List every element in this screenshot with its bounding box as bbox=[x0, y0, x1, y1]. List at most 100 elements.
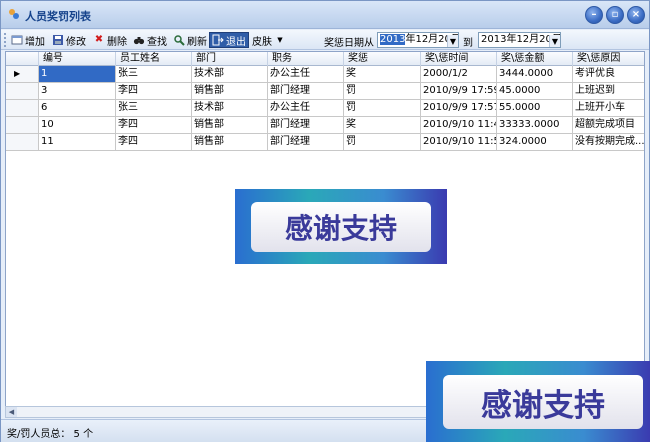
row-header[interactable] bbox=[6, 117, 39, 134]
save-icon bbox=[52, 34, 64, 46]
cell-id[interactable]: 6 bbox=[39, 100, 116, 117]
scroll-left-icon[interactable]: ◀ bbox=[6, 407, 17, 417]
cell-time[interactable]: 2000/1/2 bbox=[421, 66, 497, 83]
cell-type[interactable]: 罚 bbox=[344, 134, 421, 151]
column-header[interactable]: 奖惩 bbox=[344, 52, 421, 66]
toolbar-grip[interactable] bbox=[4, 33, 7, 47]
cell-position[interactable]: 办公主任 bbox=[268, 66, 344, 83]
main-window: 人员奖罚列表 – ▫ × 增加 修改 ✖ 删除 查找 刷新 退出 皮肤 ▼ 奖惩… bbox=[0, 0, 650, 442]
date-from-picker[interactable]: 2013年12月20日 ▼ bbox=[377, 32, 459, 48]
exit-icon bbox=[212, 34, 224, 46]
cell-type[interactable]: 奖 bbox=[344, 66, 421, 83]
cell-dept[interactable]: 技术部 bbox=[192, 66, 268, 83]
edit-button[interactable]: 修改 bbox=[52, 32, 86, 48]
column-header[interactable]: 职务 bbox=[268, 52, 344, 66]
cell-type[interactable]: 罚 bbox=[344, 83, 421, 100]
cell-type[interactable]: 罚 bbox=[344, 100, 421, 117]
row-header[interactable] bbox=[6, 100, 39, 117]
column-header[interactable]: 奖\惩原因 bbox=[573, 52, 644, 66]
skin-dropdown[interactable]: 皮肤 ▼ bbox=[252, 32, 286, 48]
delete-button[interactable]: ✖ 删除 bbox=[93, 32, 127, 48]
date-from-dropdown-icon[interactable]: ▼ bbox=[447, 35, 458, 47]
to-label: 到 bbox=[463, 38, 473, 49]
maximize-button[interactable]: ▫ bbox=[606, 6, 624, 24]
cell-name[interactable]: 李四 bbox=[116, 134, 192, 151]
cell-amount[interactable]: 55.0000 bbox=[497, 100, 573, 117]
cell-dept[interactable]: 技术部 bbox=[192, 100, 268, 117]
cell-dept[interactable]: 销售部 bbox=[192, 134, 268, 151]
cell-time[interactable]: 2010/9/9 17:59 bbox=[421, 83, 497, 100]
cell-type[interactable]: 奖 bbox=[344, 117, 421, 134]
table-row[interactable]: 6 张三 技术部 办公主任 罚 2010/9/9 17:57 55.0000 上… bbox=[6, 100, 644, 117]
column-header[interactable]: 员工姓名 bbox=[116, 52, 192, 66]
cell-amount[interactable]: 324.0000 bbox=[497, 134, 573, 151]
cell-time[interactable]: 2010/9/10 11:50 bbox=[421, 134, 497, 151]
cell-reason[interactable]: 上班开小车 bbox=[573, 100, 644, 117]
cell-dept[interactable]: 销售部 bbox=[192, 117, 268, 134]
column-header[interactable]: 奖\惩时间 bbox=[421, 52, 497, 66]
column-header[interactable]: 奖\惩金额 bbox=[497, 52, 573, 66]
add-icon bbox=[11, 34, 23, 46]
exit-button[interactable]: 退出 bbox=[209, 32, 249, 48]
close-button[interactable]: × bbox=[627, 6, 645, 24]
search-button[interactable]: 查找 bbox=[133, 32, 167, 48]
cell-position[interactable]: 办公主任 bbox=[268, 100, 344, 117]
cell-position[interactable]: 部门经理 bbox=[268, 117, 344, 134]
date-to-picker[interactable]: 2013年12月20日 ▼ bbox=[478, 32, 561, 48]
table-row[interactable]: 3 李四 销售部 部门经理 罚 2010/9/9 17:59 45.0000 上… bbox=[6, 83, 644, 100]
cell-reason[interactable]: 上班迟到 bbox=[573, 83, 644, 100]
cell-name[interactable]: 李四 bbox=[116, 83, 192, 100]
cell-name[interactable]: 张三 bbox=[116, 66, 192, 83]
exit-label: 退出 bbox=[226, 36, 246, 48]
column-header[interactable]: 编号 bbox=[39, 52, 116, 66]
row-header[interactable] bbox=[6, 134, 39, 151]
cell-position[interactable]: 部门经理 bbox=[268, 134, 344, 151]
cell-position[interactable]: 部门经理 bbox=[268, 83, 344, 100]
cell-time[interactable]: 2010/9/9 17:57 bbox=[421, 100, 497, 117]
app-icon bbox=[9, 9, 19, 19]
column-header[interactable]: 部门 bbox=[192, 52, 268, 66]
date-to-dropdown-icon[interactable]: ▼ bbox=[549, 35, 560, 47]
cell-amount[interactable]: 3444.0000 bbox=[497, 66, 573, 83]
cell-name[interactable]: 李四 bbox=[116, 117, 192, 134]
cell-reason[interactable]: 没有按期完成... bbox=[573, 134, 644, 151]
edit-label: 修改 bbox=[66, 36, 86, 48]
cell-amount[interactable]: 33333.0000 bbox=[497, 117, 573, 134]
cell-id[interactable]: 1 bbox=[39, 66, 116, 83]
cell-reason[interactable]: 超额完成项目 bbox=[573, 117, 644, 134]
cell-id[interactable]: 11 bbox=[39, 134, 116, 151]
delete-icon: ✖ bbox=[94, 34, 104, 45]
cell-id[interactable]: 10 bbox=[39, 117, 116, 134]
cell-reason[interactable]: 考评优良 bbox=[573, 66, 644, 83]
record-count: 奖/罚人员总： 5 个 bbox=[7, 429, 94, 440]
row-header[interactable] bbox=[6, 83, 39, 100]
thanks-banner: 感谢支持 bbox=[426, 361, 650, 442]
table-row[interactable]: 10 李四 销售部 部门经理 奖 2010/9/10 11:47 33333.0… bbox=[6, 117, 644, 134]
skin-label: 皮肤 bbox=[252, 36, 272, 48]
thanks-banner-text: 感谢支持 bbox=[443, 375, 643, 429]
thanks-banner: 感谢支持 bbox=[235, 189, 447, 264]
refresh-button[interactable]: 刷新 bbox=[173, 32, 207, 48]
date-from-year: 2013 bbox=[380, 34, 406, 45]
cell-id[interactable]: 3 bbox=[39, 83, 116, 100]
delete-label: 删除 bbox=[107, 36, 127, 48]
table-row[interactable]: ▶ 1 张三 技术部 办公主任 奖 2000/1/2 3444.0000 考评优… bbox=[6, 66, 644, 83]
header-corner bbox=[6, 52, 39, 66]
date-range-label: 奖惩日期从 bbox=[324, 38, 374, 49]
current-row-marker: ▶ bbox=[6, 66, 39, 83]
cell-dept[interactable]: 销售部 bbox=[192, 83, 268, 100]
cell-name[interactable]: 张三 bbox=[116, 100, 192, 117]
binoculars-icon bbox=[133, 34, 145, 46]
table-row[interactable]: 11 李四 销售部 部门经理 罚 2010/9/10 11:50 324.000… bbox=[6, 134, 644, 151]
grid-header: 编号 员工姓名 部门 职务 奖惩 奖\惩时间 奖\惩金额 奖\惩原因 bbox=[6, 52, 644, 66]
toolbar: 增加 修改 ✖ 删除 查找 刷新 退出 皮肤 ▼ 奖惩日期从 2013年12月2… bbox=[1, 30, 649, 50]
minimize-button[interactable]: – bbox=[585, 6, 603, 24]
chevron-down-icon: ▼ bbox=[277, 36, 283, 44]
refresh-label: 刷新 bbox=[187, 36, 207, 48]
add-button[interactable]: 增加 bbox=[11, 32, 45, 48]
refresh-icon bbox=[173, 34, 185, 46]
title-bar[interactable]: 人员奖罚列表 – ▫ × bbox=[1, 1, 649, 29]
add-label: 增加 bbox=[25, 36, 45, 48]
cell-amount[interactable]: 45.0000 bbox=[497, 83, 573, 100]
cell-time[interactable]: 2010/9/10 11:47 bbox=[421, 117, 497, 134]
